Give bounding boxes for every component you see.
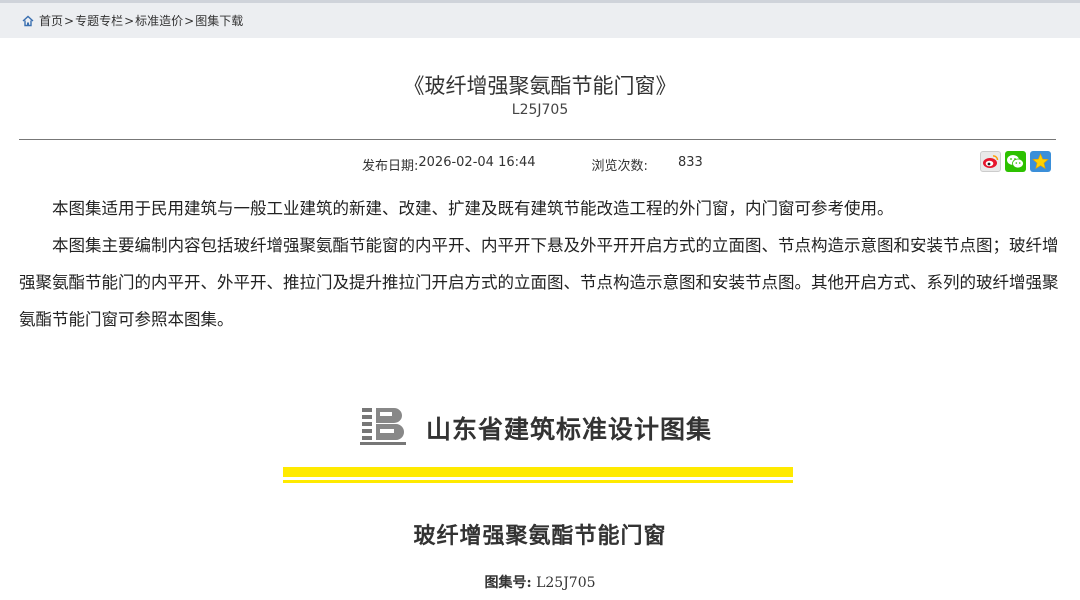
cover-title: 玻纤增强聚氨酯节能门窗	[413, 523, 667, 549]
breadcrumb-separator: >	[64, 13, 75, 28]
cover-yellow-bar-thin	[283, 480, 793, 483]
wechat-icon[interactable]	[1005, 151, 1026, 172]
article-code: L25J705	[511, 102, 569, 118]
breadcrumb-topics[interactable]: 专题专栏	[75, 12, 123, 29]
weibo-icon[interactable]	[980, 151, 1001, 172]
publish-date-value: 2026-02-04 16:44	[418, 155, 536, 170]
article-meta: 发布日期: 2026-02-04 16:44 浏览次数: 833	[362, 155, 703, 174]
breadcrumb-separator: >	[184, 13, 195, 28]
breadcrumb: 首页 > 专题专栏 > 标准造价 > 图集下载	[0, 3, 1080, 38]
breadcrumb-home[interactable]: 首页	[39, 12, 63, 29]
title-divider	[19, 139, 1056, 140]
breadcrumb-separator: >	[124, 13, 135, 28]
shandong-standards-logo	[360, 408, 406, 445]
favorite-star-icon[interactable]	[1030, 151, 1051, 172]
breadcrumb-standards[interactable]: 标准造价	[135, 12, 183, 29]
article-body: 本图集适用于民用建筑与一般工业建筑的新建、改建、扩建及既有建筑节能改造工程的外门…	[19, 190, 1059, 338]
article-paragraph: 本图集适用于民用建筑与一般工业建筑的新建、改建、扩建及既有建筑节能改造工程的外门…	[52, 199, 894, 218]
share-toolbar	[980, 151, 1051, 172]
cover-organization: 山东省建筑标准设计图集	[426, 415, 713, 444]
cover-code-value: L25J705	[536, 575, 596, 591]
article-title: 《玻纤增强聚氨酯节能门窗》	[403, 74, 677, 98]
views-label: 浏览次数:	[591, 159, 648, 174]
breadcrumb-atlas-download[interactable]: 图集下载	[195, 12, 243, 29]
cover-code-label: 图集号:	[484, 575, 532, 591]
cover-yellow-bar	[283, 467, 793, 477]
cover-code: 图集号: L25J705	[0, 572, 1080, 592]
article-paragraph: 本图集主要编制内容包括玻纤增强聚氨酯节能窗的内平开、内平开下悬及外平开开启方式的…	[19, 236, 1059, 329]
publish-date-label: 发布日期:	[362, 159, 419, 174]
home-icon[interactable]	[22, 15, 34, 27]
views-count: 833	[677, 155, 703, 170]
